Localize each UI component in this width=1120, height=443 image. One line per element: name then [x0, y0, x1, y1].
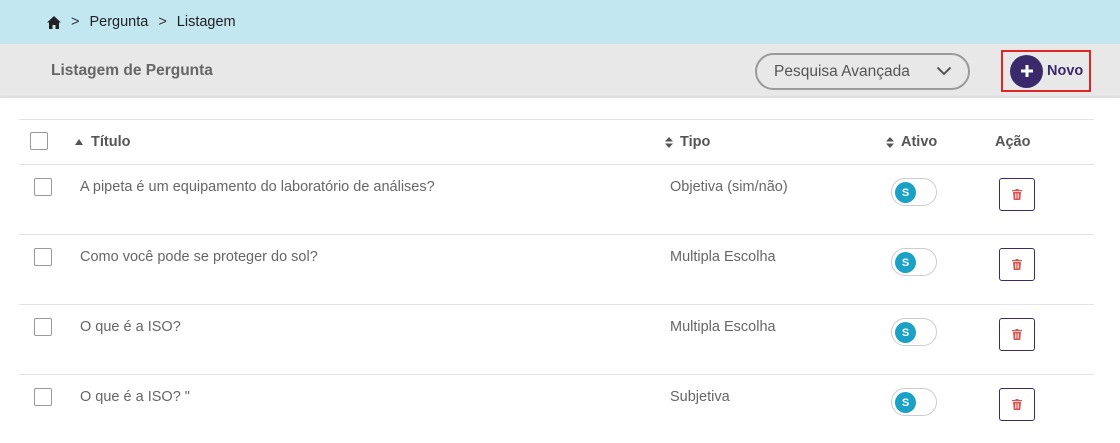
delete-button[interactable]	[999, 388, 1035, 421]
column-label-titulo: Título	[91, 134, 131, 150]
row-checkbox[interactable]	[34, 388, 52, 406]
breadcrumb-separator: >	[158, 14, 167, 30]
question-type: Multipla Escolha	[670, 249, 776, 265]
column-header-acao: Ação	[995, 134, 1030, 150]
table-row: O que é a ISO? " Subjetiva S	[19, 375, 1094, 443]
row-checkbox[interactable]	[34, 178, 52, 196]
toggle-knob: S	[895, 252, 916, 273]
trash-icon	[1012, 189, 1022, 200]
trash-icon	[1012, 259, 1022, 270]
active-toggle[interactable]: S	[891, 178, 937, 206]
question-title: O que é a ISO?	[80, 319, 181, 335]
column-label-tipo: Tipo	[680, 134, 711, 150]
question-title: O que é a ISO? "	[80, 389, 190, 405]
page-title: Listagem de Pergunta	[51, 62, 213, 79]
advanced-search-dropdown[interactable]: Pesquisa Avançada	[755, 53, 970, 90]
new-button-label: Novo	[1047, 63, 1084, 79]
column-header-ativo[interactable]: Ativo	[886, 134, 937, 150]
sort-asc-icon	[75, 139, 83, 145]
active-toggle[interactable]: S	[891, 388, 937, 416]
chevron-down-icon	[936, 66, 952, 76]
delete-button[interactable]	[999, 318, 1035, 351]
breadcrumb-item-listagem: Listagem	[176, 14, 236, 30]
row-checkbox[interactable]	[34, 248, 52, 266]
question-title: A pipeta é um equipamento do laboratório…	[80, 179, 435, 195]
row-checkbox[interactable]	[34, 318, 52, 336]
breadcrumb-separator: >	[71, 14, 80, 30]
active-toggle[interactable]: S	[891, 318, 937, 346]
table-row: A pipeta é um equipamento do laboratório…	[19, 165, 1094, 235]
column-header-titulo[interactable]: Título	[75, 134, 130, 150]
table-row: O que é a ISO? Multipla Escolha S	[19, 305, 1094, 375]
toggle-knob: S	[895, 322, 916, 343]
question-type: Multipla Escolha	[670, 319, 776, 335]
breadcrumb-item-pergunta[interactable]: Pergunta	[89, 14, 148, 30]
delete-button[interactable]	[999, 178, 1035, 211]
column-header-tipo[interactable]: Tipo	[665, 134, 710, 150]
toggle-knob: S	[895, 392, 916, 413]
active-toggle[interactable]: S	[891, 248, 937, 276]
table-row: Como você pode se proteger do sol? Multi…	[19, 235, 1094, 305]
trash-icon	[1012, 329, 1022, 340]
home-icon[interactable]	[47, 15, 61, 29]
column-label-acao: Ação	[995, 134, 1031, 150]
sort-icon	[886, 136, 894, 148]
question-title: Como você pode se proteger do sol?	[80, 249, 318, 265]
plus-icon	[1010, 54, 1043, 88]
question-type: Objetiva (sim/não)	[670, 179, 788, 195]
breadcrumb: > Pergunta > Listagem	[0, 0, 1120, 44]
select-all-checkbox[interactable]	[30, 132, 48, 150]
column-label-ativo: Ativo	[901, 134, 938, 150]
question-type: Subjetiva	[670, 389, 730, 405]
main-content: Título Tipo Ativo Ação A pipeta é um equ…	[0, 98, 1120, 443]
trash-icon	[1012, 399, 1022, 410]
table-header: Título Tipo Ativo Ação	[19, 119, 1094, 165]
toggle-knob: S	[895, 182, 916, 203]
new-button[interactable]: Novo	[1001, 50, 1091, 92]
advanced-search-label: Pesquisa Avançada	[774, 62, 910, 80]
delete-button[interactable]	[999, 248, 1035, 281]
page-header: Listagem de Pergunta Pesquisa Avançada N…	[0, 44, 1120, 98]
sort-icon	[665, 136, 673, 148]
questions-table: Título Tipo Ativo Ação A pipeta é um equ…	[19, 119, 1094, 443]
